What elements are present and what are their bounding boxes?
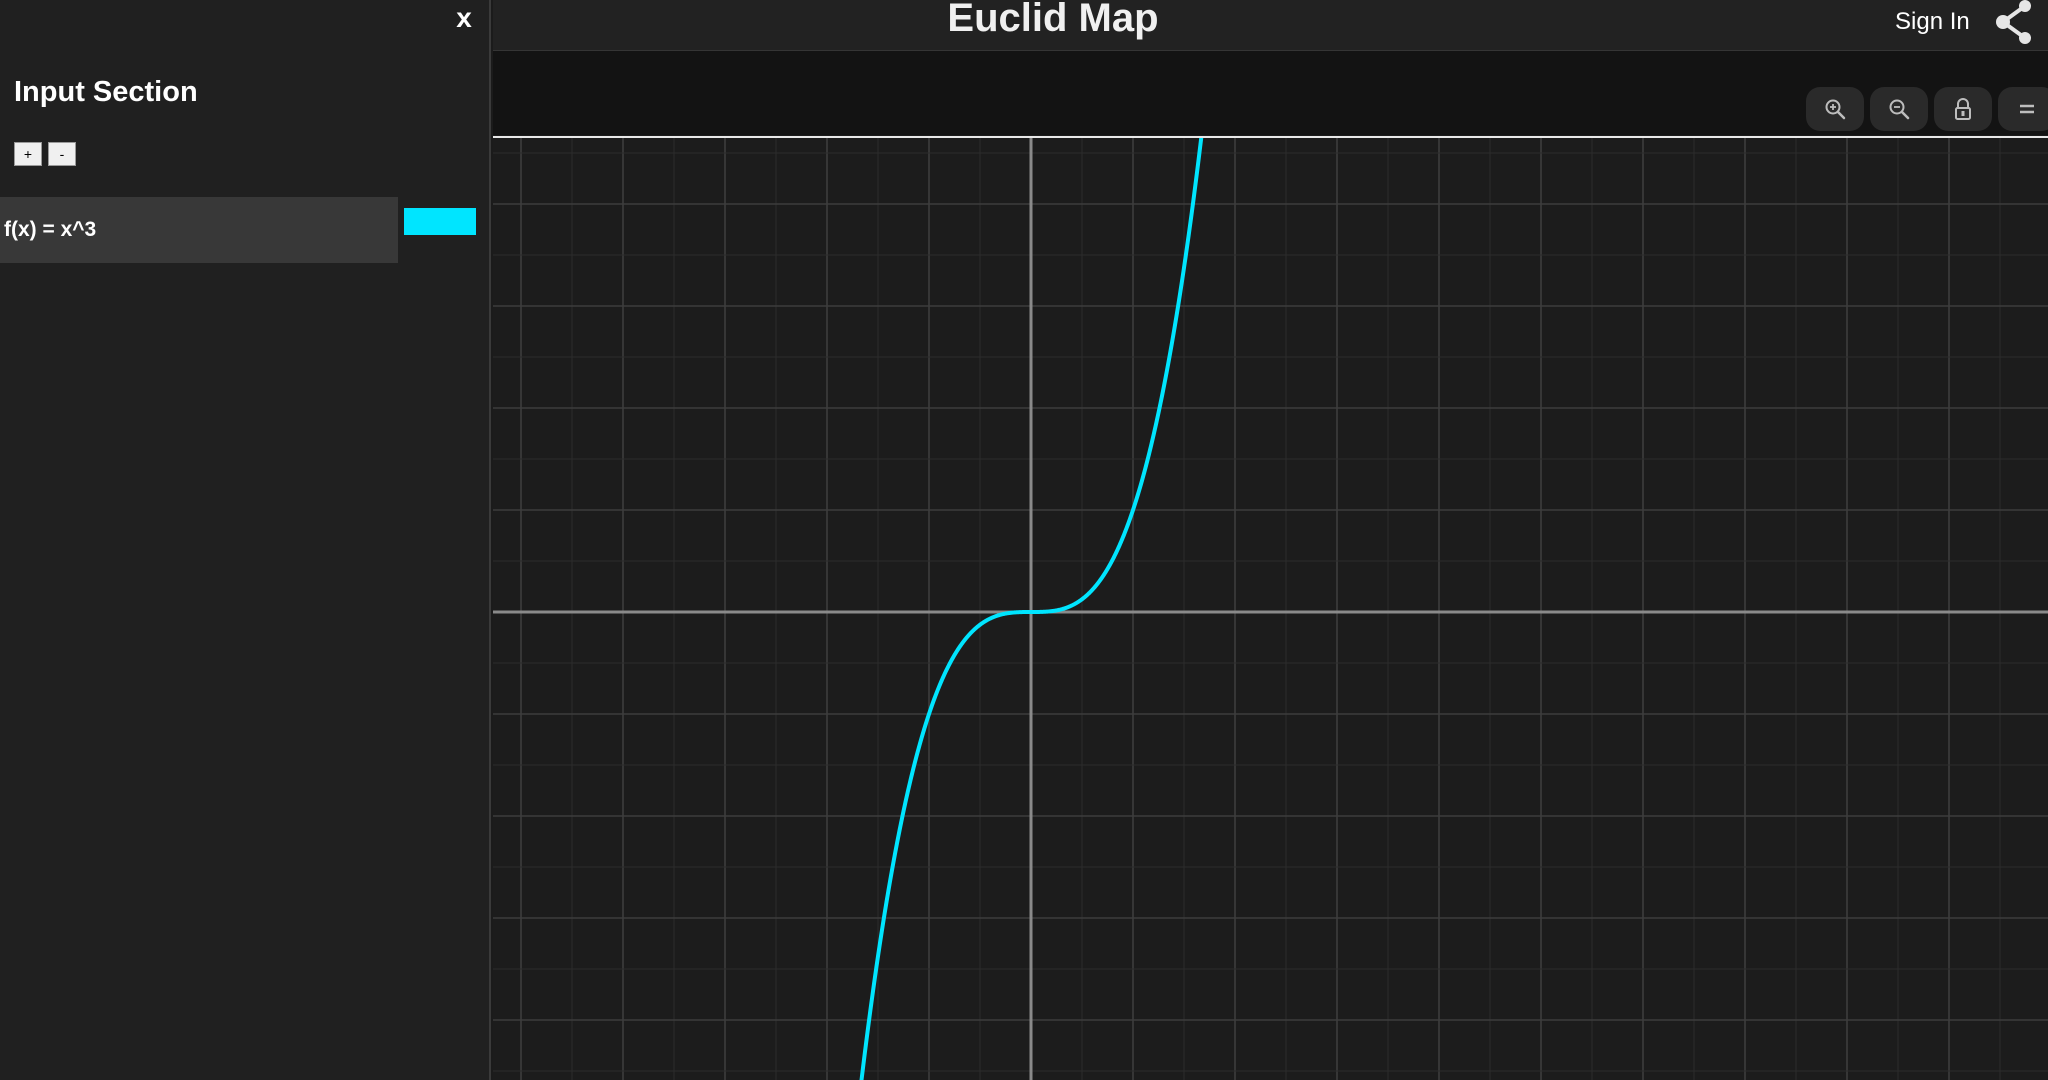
- sidebar-title: Input Section: [14, 76, 198, 108]
- remove-function-button[interactable]: -: [48, 142, 76, 166]
- menu-icon: [2020, 104, 2034, 114]
- zoom-in-button[interactable]: [1806, 87, 1864, 131]
- zoom-in-icon: [1825, 99, 1846, 120]
- zoom-out-icon: [1889, 99, 1910, 120]
- graph-plot[interactable]: [493, 138, 2048, 1080]
- menu-button[interactable]: [1998, 87, 2048, 131]
- lock-button[interactable]: [1934, 87, 1992, 131]
- close-sidebar-button[interactable]: x: [448, 0, 480, 36]
- graph-toolbar: [493, 51, 2048, 135]
- lock-icon: [1955, 98, 1971, 120]
- share-icon[interactable]: [1993, 0, 2037, 44]
- graph-canvas[interactable]: [493, 136, 2048, 1080]
- app-window: x Input Section + - Euclid Map Sign In: [0, 0, 2048, 1080]
- zoom-out-button[interactable]: [1870, 87, 1928, 131]
- input-sidebar: x Input Section + -: [0, 0, 491, 1080]
- header-bar: Euclid Map Sign In: [493, 0, 2048, 51]
- function-row: [0, 197, 398, 263]
- add-function-button[interactable]: +: [14, 142, 42, 166]
- function-input[interactable]: [0, 197, 398, 263]
- app-title: Euclid Map: [947, 0, 1159, 40]
- function-color-swatch[interactable]: [404, 208, 476, 235]
- sign-in-link[interactable]: Sign In: [1895, 8, 1970, 36]
